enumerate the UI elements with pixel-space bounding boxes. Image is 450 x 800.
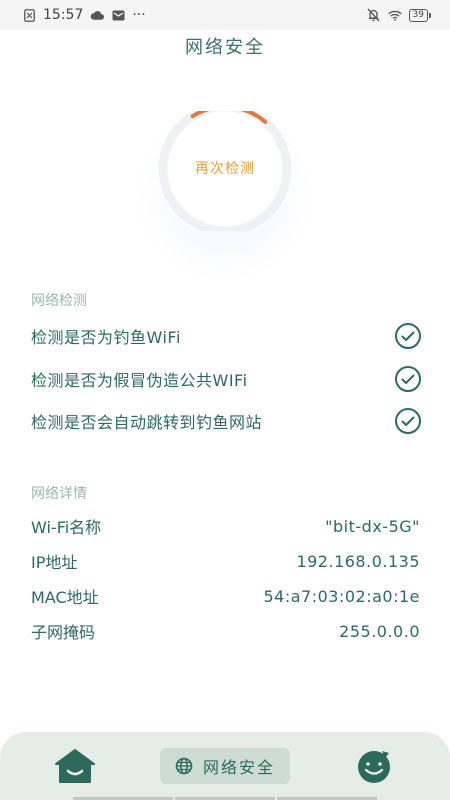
check-row-fake-public-wifi: 检测是否为假冒伪造公共WIFi [31,364,421,394]
scan-area: 再次检测 [125,100,325,280]
cloud-icon [90,8,105,22]
wifi-icon [387,8,402,22]
detail-row-mac: MAC地址 54:a7:03:02:a0:1e [31,583,420,609]
detail-row-subnet-mask: 子网掩码 255.0.0.0 [31,618,420,644]
status-more-dots: ··· [132,7,146,23]
nav-network-security-tab[interactable]: 网络安全 [160,748,290,784]
home-icon [55,749,95,783]
status-bar: 15:57 ··· 39 [0,0,450,30]
nav-home-button[interactable] [54,748,96,784]
smile-face-icon [358,751,390,783]
nav-profile-button[interactable] [354,748,394,784]
detail-value: 54:a7:03:02:a0:1e [263,586,420,606]
page-title: 网络安全 [185,37,265,58]
check-circle-icon [395,408,421,434]
status-right: 39 [367,8,432,22]
network-check-label: 网络检测 [31,293,87,309]
check-row-phishing-wifi: 检测是否为钓鱼WiFi [31,321,421,351]
detail-key: 子网掩码 [31,623,96,642]
detail-value: 192.168.0.135 [296,551,420,571]
mail-icon [111,8,125,22]
nav-active-label: 网络安全 [202,758,275,777]
detail-key: MAC地址 [31,588,99,607]
check-text: 检测是否为钓鱼WiFi [31,328,181,347]
battery-indicator: 39 [408,8,432,22]
check-circle-icon [395,366,421,392]
detail-value: 255.0.0.0 [339,621,420,641]
mute-bell-icon [367,8,381,22]
sim-icon [22,8,36,22]
status-left: 15:57 ··· [22,7,146,23]
rescan-button[interactable]: 再次检测 [125,158,325,178]
detail-key: Wi-Fi名称 [31,518,102,537]
network-details-label: 网络详情 [31,486,87,502]
detail-row-ip: IP地址 192.168.0.135 [31,548,420,574]
detail-row-wifi-name: Wi-Fi名称 "bit-dx-5G" [31,513,420,539]
check-text: 检测是否为假冒伪造公共WIFi [31,371,248,390]
bottom-nav: 网络安全 [0,732,450,800]
globe-icon [175,757,193,775]
status-time: 15:57 [43,7,84,23]
check-row-phishing-site: 检测是否会自动跳转到钓鱼网站 [31,406,421,436]
detail-value: "bit-dx-5G" [325,516,420,536]
detail-key: IP地址 [31,553,78,572]
check-text: 检测是否会自动跳转到钓鱼网站 [31,413,263,432]
check-circle-icon [395,323,421,349]
